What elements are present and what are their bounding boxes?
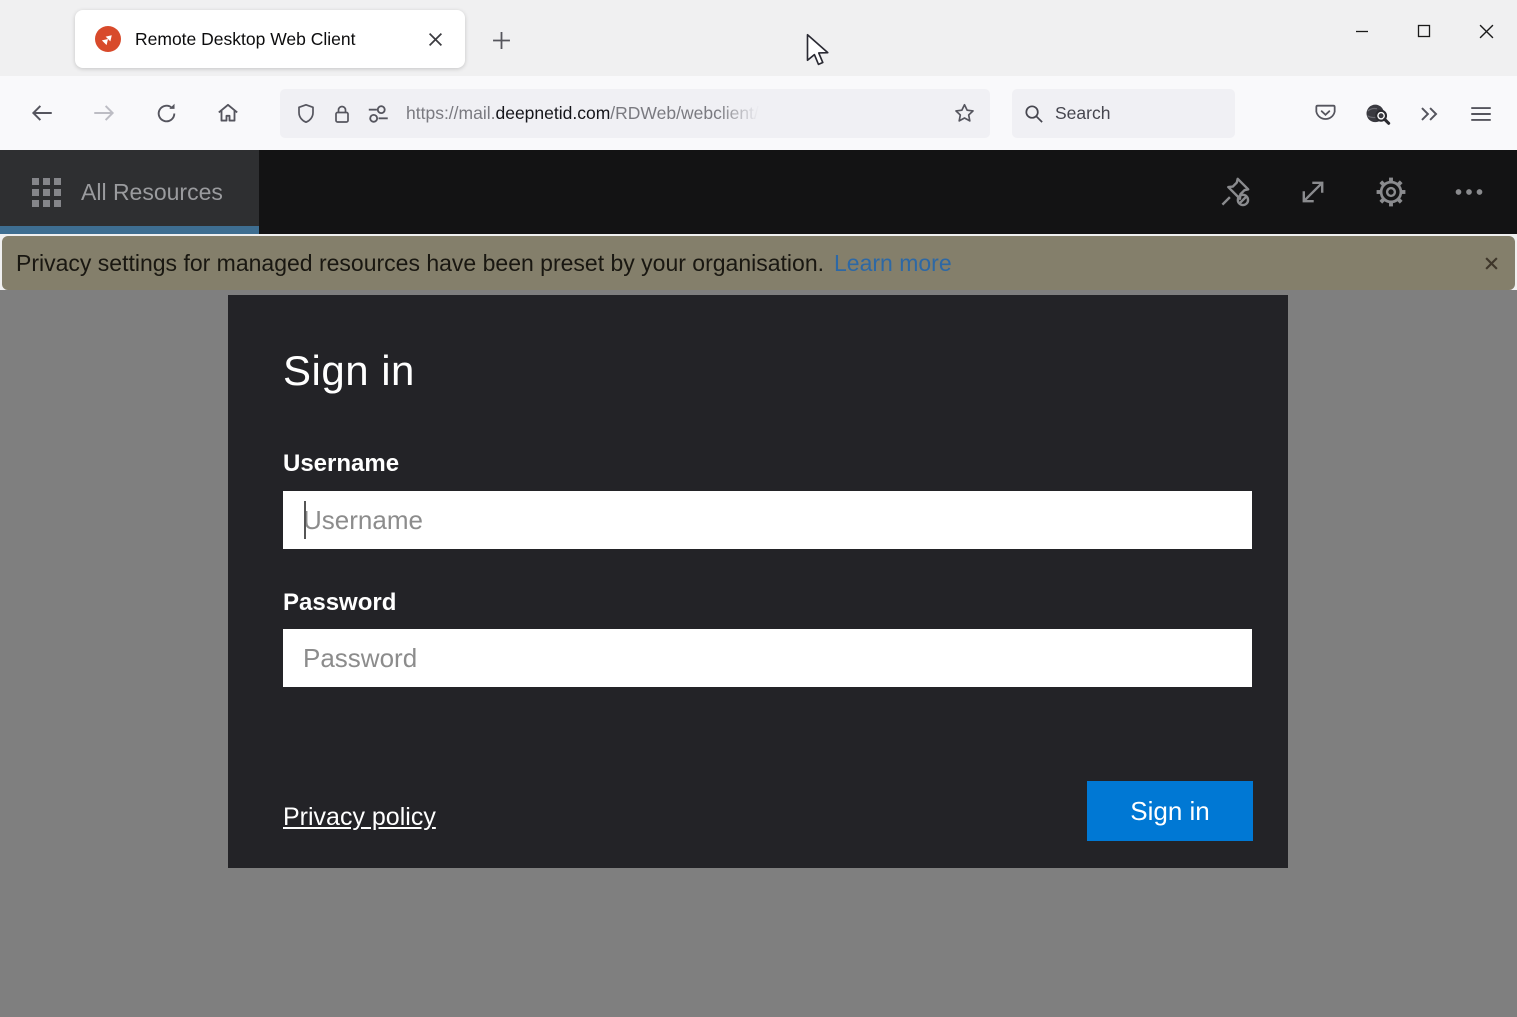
password-input[interactable] bbox=[283, 629, 1252, 687]
remote-desktop-favicon-icon bbox=[95, 26, 121, 52]
signin-button[interactable]: Sign in bbox=[1087, 781, 1253, 841]
extension-search-icon[interactable] bbox=[1355, 92, 1399, 136]
all-resources-label: All Resources bbox=[81, 179, 223, 206]
url-domain: deepnetid.com bbox=[495, 103, 610, 124]
browser-search-bar[interactable]: Search bbox=[1012, 89, 1235, 138]
banner-close-icon[interactable] bbox=[1475, 247, 1507, 279]
gear-icon[interactable] bbox=[1365, 166, 1417, 218]
window-controls bbox=[1331, 0, 1517, 70]
privacy-banner-message: Privacy settings for managed resources h… bbox=[16, 250, 824, 277]
username-label: Username bbox=[283, 450, 399, 478]
fullscreen-expand-icon[interactable] bbox=[1287, 166, 1339, 218]
overflow-chevrons-icon[interactable] bbox=[1407, 92, 1451, 136]
window-minimize-button[interactable] bbox=[1331, 0, 1393, 62]
pocket-icon[interactable] bbox=[1303, 92, 1347, 136]
browser-tab[interactable]: Remote Desktop Web Client bbox=[75, 10, 465, 68]
rdweb-header: All Resources bbox=[0, 150, 1517, 234]
browser-toolbar: https://mail.deepnetid.com/RDWeb/webclie… bbox=[0, 76, 1517, 150]
learn-more-link[interactable]: Learn more bbox=[834, 250, 952, 277]
hamburger-menu-icon[interactable] bbox=[1459, 92, 1503, 136]
page-background: Sign in Username Password Privacy policy… bbox=[0, 290, 1517, 1017]
more-ellipsis-icon[interactable] bbox=[1443, 166, 1495, 218]
reload-button[interactable] bbox=[146, 93, 186, 133]
window-close-button[interactable] bbox=[1455, 0, 1517, 62]
back-button[interactable] bbox=[22, 93, 62, 133]
bookmark-star-icon[interactable] bbox=[946, 96, 982, 132]
new-tab-button[interactable] bbox=[482, 22, 520, 58]
window-maximize-button[interactable] bbox=[1393, 0, 1455, 62]
password-field-wrap bbox=[283, 629, 1252, 687]
tab-title: Remote Desktop Web Client bbox=[135, 29, 419, 50]
tab-close-icon[interactable] bbox=[419, 23, 451, 55]
username-input[interactable] bbox=[283, 491, 1252, 549]
search-icon bbox=[1022, 102, 1045, 125]
url-path: /RDWeb/webclient/ bbox=[610, 103, 759, 124]
signin-title: Sign in bbox=[283, 347, 415, 395]
privacy-policy-link[interactable]: Privacy policy bbox=[283, 803, 436, 832]
tab-all-resources[interactable]: All Resources bbox=[0, 150, 259, 234]
tracking-protection-shield-icon[interactable] bbox=[288, 96, 324, 132]
forward-button[interactable] bbox=[84, 93, 124, 133]
unpin-icon[interactable] bbox=[1209, 166, 1261, 218]
url-bar[interactable]: https://mail.deepnetid.com/RDWeb/webclie… bbox=[280, 89, 990, 138]
username-field-wrap bbox=[283, 491, 1252, 549]
password-label: Password bbox=[283, 589, 396, 617]
browser-titlebar: Remote Desktop Web Client bbox=[0, 0, 1517, 76]
lock-icon[interactable] bbox=[324, 96, 360, 132]
signin-dialog: Sign in Username Password Privacy policy… bbox=[228, 295, 1288, 868]
grid-icon bbox=[32, 178, 61, 207]
url-prefix: https://mail. bbox=[406, 103, 495, 124]
permissions-toggles-icon[interactable] bbox=[360, 96, 396, 132]
search-placeholder: Search bbox=[1055, 103, 1110, 124]
home-button[interactable] bbox=[208, 93, 248, 133]
url-text: https://mail.deepnetid.com/RDWeb/webclie… bbox=[406, 103, 946, 124]
privacy-banner: Privacy settings for managed resources h… bbox=[2, 236, 1515, 290]
text-caret bbox=[304, 501, 306, 539]
active-tab-underline bbox=[0, 226, 259, 234]
